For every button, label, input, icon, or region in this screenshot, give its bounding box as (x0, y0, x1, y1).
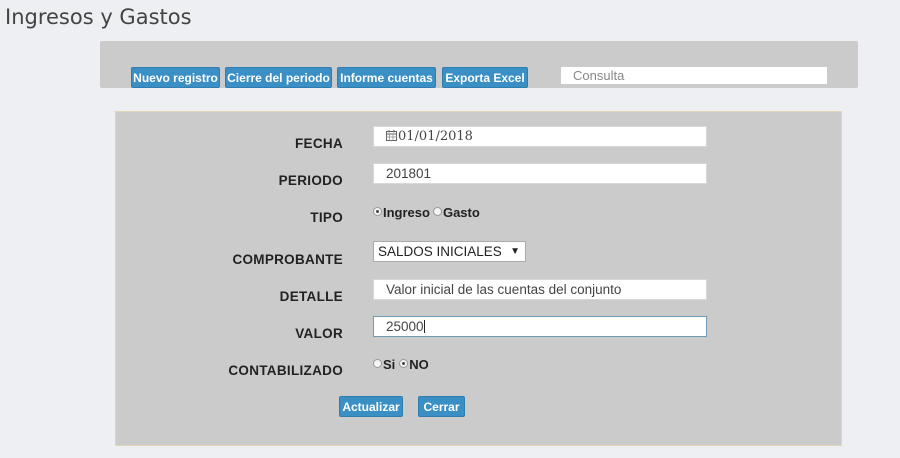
detalle-label: DETALLE (279, 289, 343, 304)
contabilizado-si-radio[interactable] (373, 359, 382, 368)
valor-label: VALOR (295, 326, 343, 341)
text-caret (423, 320, 425, 333)
tipo-ingreso-label: Ingreso (383, 205, 430, 220)
actualizar-button[interactable]: Actualizar (339, 396, 403, 417)
comprobante-select[interactable]: SALDOS INICIALES ▼ (373, 241, 526, 262)
tipo-ingreso-radio[interactable] (373, 207, 382, 216)
comprobante-label: COMPROBANTE (232, 252, 343, 267)
tipo-gasto-label: Gasto (442, 205, 480, 220)
close-period-button[interactable]: Cierre del periodo (225, 67, 332, 88)
form-panel: FECHA 01/01/2018 PERIODO 201801 TIPO Ing… (115, 111, 842, 446)
calendar-icon (386, 130, 397, 141)
cerrar-button[interactable]: Cerrar (418, 396, 465, 417)
detalle-field[interactable]: Valor inicial de las cuentas del conjunt… (373, 279, 707, 300)
periodo-label: PERIODO (278, 173, 343, 188)
tipo-label: TIPO (310, 210, 343, 225)
valor-field[interactable]: 25000 (373, 316, 707, 337)
tipo-gasto-radio[interactable] (432, 207, 442, 216)
fecha-field[interactable]: 01/01/2018 (373, 126, 707, 147)
new-record-button[interactable]: Nuevo registro (131, 67, 220, 88)
contabilizado-si-label: Si (383, 357, 396, 372)
accounts-report-button[interactable]: Informe cuentas (337, 67, 436, 88)
contabilizado-no-radio[interactable] (399, 359, 409, 368)
dropdown-arrow-icon: ▼ (510, 246, 520, 257)
export-excel-button[interactable]: Exporta Excel (442, 67, 528, 88)
contabilizado-radio-group: Si NO (373, 357, 429, 372)
fecha-value: 01/01/2018 (398, 129, 473, 144)
page-title: Ingresos y Gastos (5, 5, 192, 29)
periodo-field[interactable]: 201801 (373, 163, 707, 184)
contabilizado-no-label: NO (409, 357, 429, 372)
valor-value: 25000 (386, 319, 424, 334)
tipo-radio-group: Ingreso Gasto (373, 205, 480, 220)
search-input[interactable]: Consulta (561, 67, 827, 84)
toolbar: Nuevo registro Cierre del periodo Inform… (100, 41, 858, 88)
contabilizado-label: CONTABILIZADO (228, 363, 343, 378)
comprobante-value: SALDOS INICIALES (378, 244, 502, 259)
fecha-label: FECHA (295, 136, 343, 151)
